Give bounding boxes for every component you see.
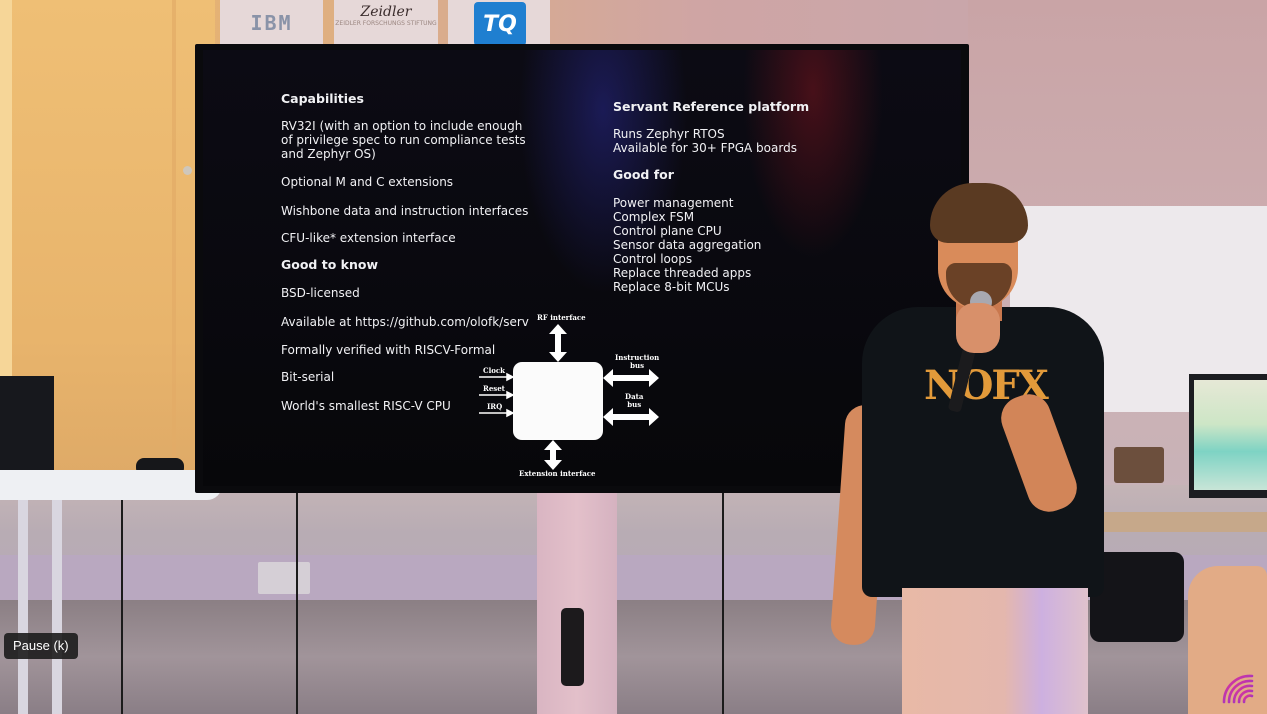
capability-extensions: Optional M and C extensions xyxy=(281,175,454,189)
presenter-hand xyxy=(956,303,1000,353)
channel-logo-icon[interactable] xyxy=(1218,668,1258,708)
good-for-item: Replace threaded apps xyxy=(613,266,752,280)
tq-badge: TQ xyxy=(474,2,526,46)
sponsor-zeidler-logo: Zeidler ZEIDLER FORSCHUNGS STIFTUNG xyxy=(334,0,438,46)
irq-label: IRQ xyxy=(487,402,503,411)
slide-right-column: Servant Reference platform Runs Zephyr R… xyxy=(613,99,810,295)
platform-heading: Servant Reference platform xyxy=(613,99,810,114)
tv-remote xyxy=(561,608,584,686)
capability-rv32i-line2: of privilege spec to run compliance test… xyxy=(281,133,526,147)
presenter: NOFX xyxy=(829,183,1108,714)
cable xyxy=(121,500,123,714)
instruction-bus-arrow xyxy=(603,369,659,387)
ibm-text: IBM xyxy=(250,11,293,35)
clock-label: Clock xyxy=(483,366,506,375)
desk-monitor xyxy=(1189,374,1267,498)
extension-interface-arrow xyxy=(544,440,562,470)
instruction-bus-label: Instruction bus xyxy=(615,354,659,370)
good-for-item: Replace 8-bit MCUs xyxy=(613,280,730,294)
cable xyxy=(296,485,298,714)
pause-tooltip: Pause (k) xyxy=(4,633,78,659)
serv-cpu-block xyxy=(513,362,603,440)
data-bus-label: Data bus xyxy=(625,393,643,409)
platform-item: Available for 30+ FPGA boards xyxy=(613,141,797,155)
sponsor-tq-logo: TQ xyxy=(448,0,550,46)
good-for-item: Control loops xyxy=(613,252,693,266)
instruction-bus-label-line2: bus xyxy=(630,361,645,370)
sponsor-ibm-logo: IBM xyxy=(220,0,323,46)
capability-wishbone: Wishbone data and instruction interfaces xyxy=(281,204,529,218)
good-for-heading: Good for xyxy=(613,167,674,182)
zeidler-signature: Zeidler xyxy=(360,4,412,20)
data-bus-arrow xyxy=(603,408,659,426)
good-for-item: Power management xyxy=(613,196,734,210)
good-for-item: Complex FSM xyxy=(613,210,695,224)
wall-knob xyxy=(183,166,192,175)
good-for-item: Sensor data aggregation xyxy=(613,238,762,252)
data-bus-label-line2: bus xyxy=(627,400,642,409)
good-to-know-heading: Good to know xyxy=(281,257,378,272)
rf-interface-label: RF interface xyxy=(537,313,586,322)
capability-cfu: CFU-like* extension interface xyxy=(281,231,456,245)
rf-interface-arrow xyxy=(549,324,567,362)
presenter-hair xyxy=(930,183,1028,243)
capability-rv32i-line3: and Zephyr OS) xyxy=(281,147,376,161)
power-socket xyxy=(258,562,310,594)
capabilities-heading: Capabilities xyxy=(281,91,364,106)
monitor-screen xyxy=(1194,380,1267,490)
extension-interface-label: Extension interface xyxy=(519,469,596,478)
laptop-screen xyxy=(0,376,54,476)
platform-item: Runs Zephyr RTOS xyxy=(613,127,725,141)
presenter-pants xyxy=(902,588,1088,714)
reset-label: Reset xyxy=(483,384,505,393)
zeidler-text: ZEIDLER FORSCHUNGS STIFTUNG xyxy=(335,20,437,27)
good-to-know-item: BSD-licensed xyxy=(281,286,360,300)
side-table xyxy=(0,470,222,500)
video-player[interactable]: IBM Zeidler ZEIDLER FORSCHUNGS STIFTUNG … xyxy=(0,0,1267,714)
digital-microscope xyxy=(1114,447,1164,483)
capability-rv32i-line1: RV32I (with an option to include enough xyxy=(281,119,523,133)
cable xyxy=(722,490,724,714)
good-for-item: Control plane CPU xyxy=(613,224,722,238)
cpu-block-diagram: RF interface Extension interface Clock R… xyxy=(475,312,675,482)
side-table-legs xyxy=(18,500,62,714)
